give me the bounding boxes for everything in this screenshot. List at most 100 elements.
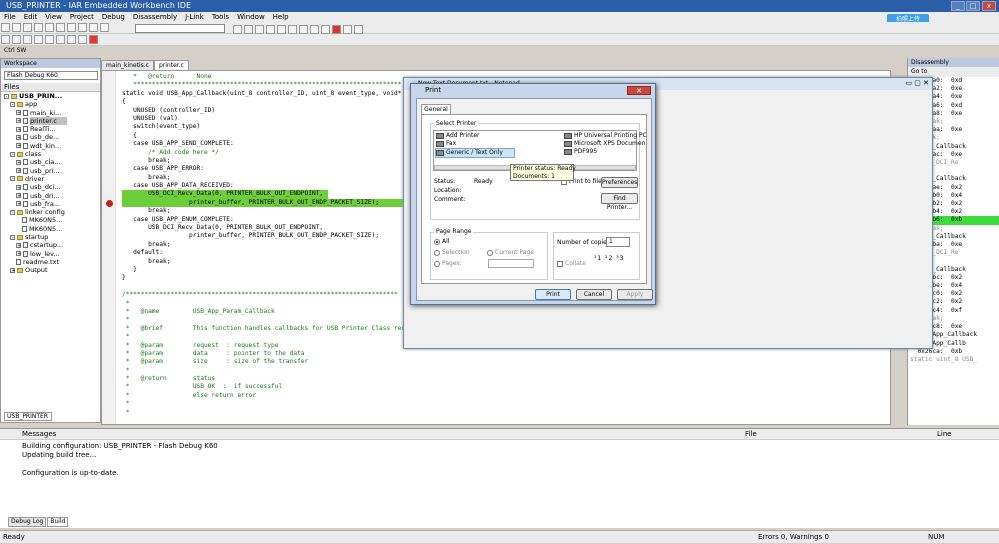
new-file-icon[interactable]: [1, 23, 10, 32]
pages-input[interactable]: [488, 259, 534, 268]
replace-icon[interactable]: [244, 25, 253, 34]
messages-column[interactable]: Messages: [22, 429, 56, 440]
stop-debug-icon[interactable]: [89, 35, 98, 44]
prev-bookmark-icon[interactable]: [288, 25, 297, 34]
printer-item-xps[interactable]: Microsoft XPS Documen: [564, 140, 645, 148]
apply-button[interactable]: Apply: [617, 289, 653, 300]
bookmark-icon[interactable]: [266, 25, 275, 34]
tree-item[interactable]: MK60N5...: [4, 225, 100, 233]
save-icon[interactable]: [23, 23, 32, 32]
tree-item[interactable]: + usb_cla...: [4, 158, 100, 166]
menu-file[interactable]: File: [0, 13, 20, 21]
reset-icon[interactable]: [1, 35, 10, 44]
printer-item-add[interactable]: Add Printer: [436, 132, 479, 140]
goto-icon[interactable]: [255, 25, 264, 34]
cancel-button[interactable]: Cancel: [576, 289, 612, 300]
printer-item-hp[interactable]: HP Universal Printing PC: [564, 132, 647, 140]
menu-view[interactable]: View: [41, 13, 66, 21]
tree-item[interactable]: readme.txt: [4, 258, 100, 266]
step-into-icon[interactable]: [34, 35, 43, 44]
tree-item[interactable]: - driver: [4, 175, 100, 183]
open-icon[interactable]: [12, 23, 21, 32]
print-icon[interactable]: [45, 23, 54, 32]
debug-without-download-icon[interactable]: [354, 25, 363, 34]
tree-item-selected[interactable]: + printer.c: [4, 116, 100, 125]
step-out-icon[interactable]: [45, 35, 54, 44]
redo-icon[interactable]: [100, 23, 109, 32]
find-combo[interactable]: [135, 24, 225, 33]
configuration-select[interactable]: Flash Debug K60: [4, 71, 98, 80]
close-button[interactable]: x: [982, 1, 996, 11]
tree-item[interactable]: + usb_fra...: [4, 200, 100, 208]
step-over-icon[interactable]: [23, 35, 32, 44]
breakpoint-toggle-icon[interactable]: [332, 25, 341, 34]
tree-item[interactable]: + Output: [4, 266, 100, 274]
tree-item[interactable]: + main_ki...: [4, 109, 100, 117]
tree-item[interactable]: - app: [4, 100, 100, 108]
printer-item-fax[interactable]: Fax: [436, 140, 456, 148]
minimize-button[interactable]: _: [951, 1, 965, 11]
menu-tools[interactable]: Tools: [208, 13, 233, 21]
tree-item[interactable]: MK60N5...: [4, 216, 100, 224]
preferences-button[interactable]: Preferences: [601, 177, 638, 188]
maximize-button[interactable]: □: [966, 1, 980, 11]
collate-checkbox[interactable]: Collate: [557, 260, 586, 268]
dialog-close-button[interactable]: ✕: [627, 86, 651, 95]
file-column[interactable]: File: [745, 429, 757, 440]
stop-build-icon[interactable]: [321, 25, 330, 34]
next-bookmark-icon[interactable]: [277, 25, 286, 34]
tree-item[interactable]: + cstartup...: [4, 241, 100, 249]
copy-icon[interactable]: [67, 23, 76, 32]
download-debug-icon[interactable]: [343, 25, 352, 34]
menu-window[interactable]: Window: [233, 13, 269, 21]
menu-debug[interactable]: Debug: [98, 13, 129, 21]
radio-all[interactable]: All: [434, 238, 449, 246]
notepad-window-controls[interactable]: ▭ ▢ ✕: [905, 79, 929, 87]
next-statement-icon[interactable]: [56, 35, 65, 44]
run-to-cursor-icon[interactable]: [67, 35, 76, 44]
goto-field[interactable]: Go to: [908, 67, 999, 77]
radio-current-page[interactable]: Current Page: [487, 249, 534, 257]
go-icon[interactable]: [78, 35, 87, 44]
printer-item-pdf995[interactable]: PDF995: [564, 148, 597, 156]
tree-item[interactable]: - class: [4, 150, 100, 158]
cut-icon[interactable]: [56, 23, 65, 32]
tab-printer-c[interactable]: printer.c: [153, 60, 189, 70]
tree-item[interactable]: - linker config: [4, 208, 100, 216]
tree-item[interactable]: + RealTi...: [4, 125, 100, 133]
breakpoint-icon[interactable]: [106, 200, 113, 207]
tab-build[interactable]: Build: [47, 517, 69, 527]
menu-jlink[interactable]: J-Link: [181, 13, 208, 21]
workspace-tab[interactable]: USB_PRINTER: [4, 412, 52, 421]
find-icon[interactable]: [233, 25, 242, 34]
copies-input[interactable]: 1: [606, 237, 630, 247]
tab-debug-log[interactable]: Debug Log: [8, 517, 47, 527]
tree-item[interactable]: + usb_dri...: [4, 192, 100, 200]
editor-gutter[interactable]: [102, 71, 116, 424]
save-all-icon[interactable]: [34, 23, 43, 32]
tab-general[interactable]: General: [421, 104, 451, 114]
print-button[interactable]: Print: [535, 289, 571, 300]
menu-help[interactable]: Help: [269, 13, 293, 21]
break-icon[interactable]: [12, 35, 21, 44]
menu-project[interactable]: Project: [66, 13, 98, 21]
tree-item[interactable]: + usb_de...: [4, 133, 100, 141]
radio-selection[interactable]: Selection: [434, 249, 470, 257]
tree-item[interactable]: - USB_PRIN...: [4, 92, 100, 100]
tree-item[interactable]: + wdt_kin...: [4, 142, 100, 150]
printer-item-generic-selected[interactable]: Generic / Text Only: [435, 148, 515, 158]
compile-icon[interactable]: [299, 25, 308, 34]
undo-icon[interactable]: [89, 23, 98, 32]
paste-icon[interactable]: [78, 23, 87, 32]
make-icon[interactable]: [310, 25, 319, 34]
tree-item[interactable]: + usb_pri...: [4, 167, 100, 175]
menu-disassembly[interactable]: Disassembly: [129, 13, 181, 21]
tab-main-kinetis[interactable]: main_kinetis.c: [101, 60, 154, 70]
tree-item[interactable]: + usb_dci...: [4, 183, 100, 191]
radio-pages[interactable]: Pages:: [434, 260, 462, 268]
find-printer-button[interactable]: Find Printer...: [601, 193, 638, 211]
menu-edit[interactable]: Edit: [20, 13, 42, 21]
tree-item[interactable]: - startup: [4, 233, 100, 241]
tree-item[interactable]: + low_lev...: [4, 250, 100, 258]
line-column[interactable]: Line: [937, 429, 952, 440]
